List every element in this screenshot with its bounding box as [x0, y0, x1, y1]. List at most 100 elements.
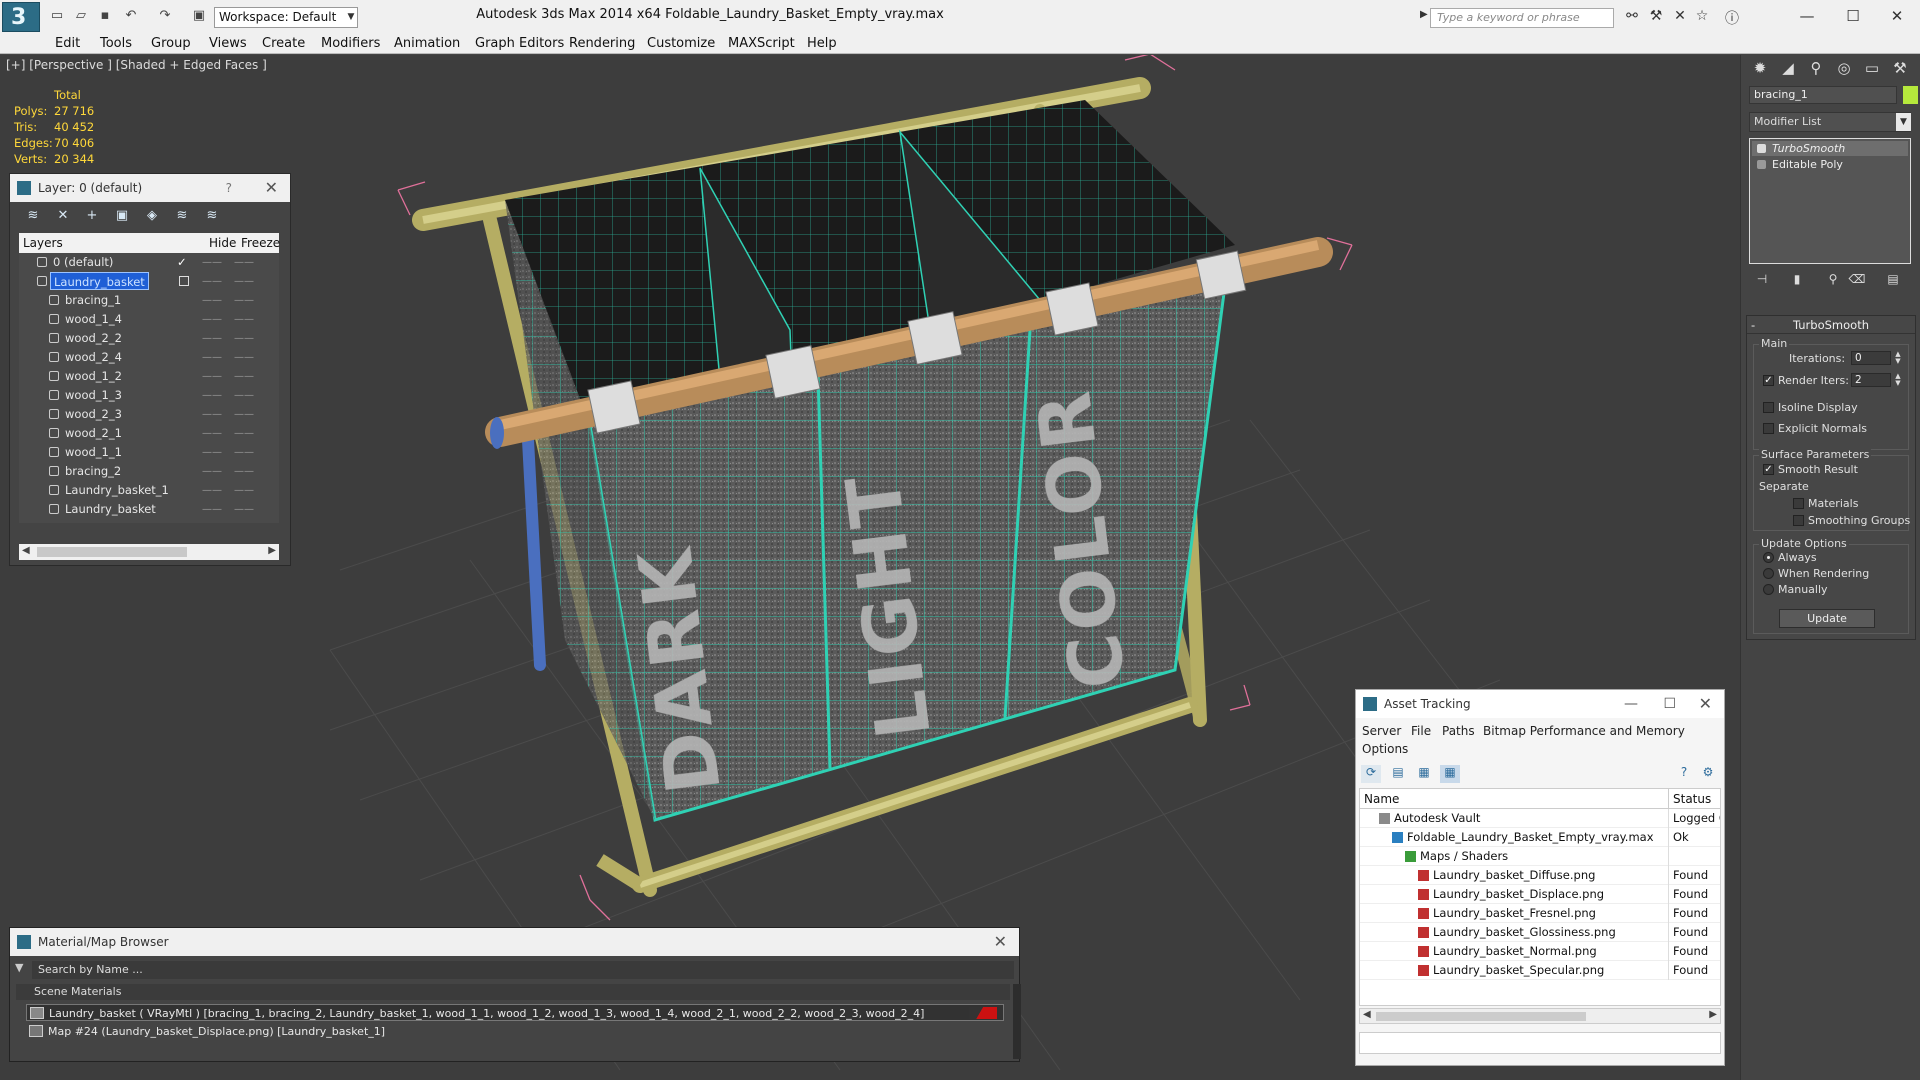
freeze-toggle[interactable]: ——	[234, 291, 254, 310]
chevron-right-icon[interactable]: ▶	[268, 545, 276, 556]
update-button[interactable]: Update	[1779, 609, 1875, 628]
freeze-toggle[interactable]: ——	[234, 348, 254, 367]
chevron-right-icon[interactable]: ▶	[1420, 9, 1428, 20]
when-rendering-radio[interactable]	[1763, 568, 1774, 579]
asset-path-field[interactable]	[1359, 1032, 1721, 1054]
asset-row[interactable]: Laundry_basket_Diffuse.png Found	[1360, 866, 1720, 885]
layer-row-name[interactable]: wood_2_2	[62, 329, 125, 347]
hide-toggle[interactable]: ——	[202, 500, 222, 519]
material-browser-titlebar[interactable]: Material/Map Browser ✕	[10, 928, 1019, 956]
binoculars-icon[interactable]: ⚯	[1622, 8, 1642, 26]
tree-view-icon[interactable]: ▦	[1414, 765, 1434, 783]
menu-bitmap-performance[interactable]: Bitmap Performance and Memory	[1483, 724, 1685, 738]
show-end-result-icon[interactable]: ▮	[1788, 272, 1806, 290]
layer-row-name[interactable]: Laundry_basket_1	[62, 481, 172, 499]
asset-row[interactable]: Laundry_basket_Specular.png Found	[1360, 961, 1720, 980]
layer-row[interactable]: bracing_2 —— ——	[19, 462, 279, 481]
hide-toggle[interactable]: ——	[202, 329, 222, 348]
close-icon[interactable]: ✕	[1699, 690, 1712, 718]
make-current-icon[interactable]	[179, 276, 189, 286]
freeze-toggle[interactable]: ——	[234, 405, 254, 424]
close-icon[interactable]: ✕	[994, 928, 1007, 956]
menu-rendering[interactable]: Rendering	[569, 34, 635, 53]
col-layers[interactable]: Layers	[23, 236, 63, 250]
freeze-toggle[interactable]: ——	[234, 253, 254, 272]
chevron-left-icon[interactable]: ◀	[22, 545, 30, 556]
asset-row[interactable]: Laundry_basket_Glossiness.png Found	[1360, 923, 1720, 942]
hide-toggle[interactable]: ——	[202, 443, 222, 462]
chevron-left-icon[interactable]: ◀	[1363, 1009, 1371, 1020]
hide-all-icon[interactable]: ≋	[203, 207, 221, 225]
iterations-spinner[interactable]: 0	[1851, 351, 1891, 365]
menu-group[interactable]: Group	[151, 34, 191, 53]
smooth-result-checkbox[interactable]: ✓	[1763, 464, 1774, 475]
motion-tab-icon[interactable]: ◎	[1832, 57, 1856, 79]
manually-radio[interactable]	[1763, 584, 1774, 595]
settings-icon[interactable]: ⚙	[1698, 765, 1718, 783]
help-icon[interactable]: ?	[1674, 765, 1694, 783]
menu-file[interactable]: File	[1411, 724, 1431, 738]
layer-row-name[interactable]: Laundry_basket	[50, 272, 149, 290]
freeze-toggle[interactable]: ——	[234, 386, 254, 405]
maximize-icon[interactable]: ☐	[1832, 4, 1874, 28]
hide-toggle[interactable]: ——	[202, 386, 222, 405]
asset-row[interactable]: Laundry_basket_Fresnel.png Found	[1360, 904, 1720, 923]
menu-customize[interactable]: Customize	[647, 34, 715, 53]
material-row[interactable]: Laundry_basket ( VRayMtl ) [bracing_1, b…	[26, 1004, 1004, 1021]
layer-row[interactable]: wood_2_4 —— ——	[19, 348, 279, 367]
hide-toggle[interactable]: ——	[202, 405, 222, 424]
minimize-icon[interactable]: —	[1786, 4, 1828, 28]
freeze-toggle[interactable]: ——	[234, 272, 254, 291]
spinner-arrows-icon[interactable]: ▲ ▼	[1893, 373, 1903, 387]
menu-create[interactable]: Create	[262, 34, 305, 53]
layer-row[interactable]: wood_2_2 —— ——	[19, 329, 279, 348]
hide-toggle[interactable]: ——	[202, 310, 222, 329]
render-iters-spinner[interactable]: 2	[1851, 373, 1891, 387]
rollout-title[interactable]: - TurboSmooth	[1747, 316, 1915, 334]
search-input[interactable]: Type a keyword or phrase	[1430, 8, 1614, 28]
select-objects-icon[interactable]: ◈	[143, 207, 161, 225]
menu-views[interactable]: Views	[209, 34, 247, 53]
viewport-label[interactable]: [+] [Perspective ] [Shaded + Edged Faces…	[6, 58, 267, 72]
col-freeze[interactable]: Freeze	[241, 236, 280, 250]
configure-sets-icon[interactable]: ▤	[1884, 272, 1902, 290]
hide-toggle[interactable]: ——	[202, 348, 222, 367]
layer-row-name[interactable]: wood_1_4	[62, 310, 125, 328]
maximize-icon[interactable]: ☐	[1663, 690, 1676, 718]
help-icon[interactable]: ?	[226, 174, 232, 202]
materials-checkbox[interactable]	[1793, 498, 1804, 509]
list-view-icon[interactable]: ▤	[1388, 765, 1408, 783]
layer-row-name[interactable]: 0 (default)	[50, 253, 116, 271]
hide-toggle[interactable]: ——	[202, 367, 222, 386]
lightbulb-icon[interactable]	[1757, 144, 1766, 153]
explicit-normals-checkbox[interactable]	[1763, 423, 1774, 434]
menu-help[interactable]: Help	[807, 34, 837, 53]
close-icon[interactable]: ✕	[1876, 4, 1918, 28]
layer-row-name[interactable]: Laundry_basket	[62, 500, 159, 518]
hide-toggle[interactable]: ——	[202, 424, 222, 443]
menu-tools[interactable]: Tools	[100, 34, 132, 53]
col-name[interactable]: Name	[1364, 792, 1399, 806]
chevron-down-icon[interactable]: ▼	[1896, 113, 1911, 131]
add-layer-icon[interactable]: +	[83, 207, 101, 225]
hide-toggle[interactable]: ——	[202, 481, 222, 500]
layer-settings-icon[interactable]: ≋	[24, 207, 42, 225]
subscription-icon[interactable]: ⚒	[1646, 8, 1666, 26]
vertical-scrollbar[interactable]	[1013, 984, 1021, 1059]
table-view-icon[interactable]: ▦	[1440, 765, 1460, 783]
menu-server[interactable]: Server	[1362, 724, 1401, 738]
layer-row[interactable]: Laundry_basket —— ——	[19, 272, 279, 291]
freeze-toggle[interactable]: ——	[234, 367, 254, 386]
hide-toggle[interactable]: ——	[202, 291, 222, 310]
stack-item-turbosmooth[interactable]: TurboSmooth	[1752, 141, 1908, 156]
always-radio[interactable]	[1763, 552, 1774, 563]
stack-item-editable-poly[interactable]: Editable Poly	[1752, 157, 1908, 172]
modify-tab-icon[interactable]: ◢	[1776, 57, 1800, 79]
layer-row-name[interactable]: bracing_2	[62, 462, 124, 480]
layer-row[interactable]: wood_1_4 —— ——	[19, 310, 279, 329]
layer-row[interactable]: Laundry_basket_1 —— ——	[19, 481, 279, 500]
expand-icon[interactable]	[1757, 160, 1766, 169]
highlight-layer-icon[interactable]: ≋	[173, 207, 191, 225]
hide-toggle[interactable]: ——	[202, 253, 222, 272]
object-color-swatch[interactable]	[1903, 86, 1918, 104]
